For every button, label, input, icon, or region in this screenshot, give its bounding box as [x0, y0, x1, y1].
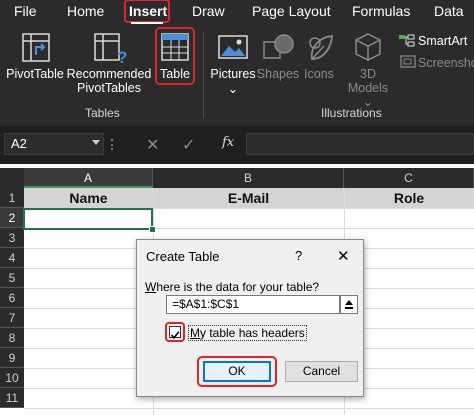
pictures-icon[interactable]: [218, 35, 248, 66]
ribbon-tabs: File Home Insert Draw Page Layout Formul…: [0, 0, 474, 26]
3d-models-label-line2: Models: [347, 81, 389, 95]
select-all-corner[interactable]: [0, 168, 24, 188]
dialog-close-icon[interactable]: ✕: [337, 247, 350, 265]
table-icon[interactable]: [161, 33, 189, 66]
enter-formula-icon[interactable]: ✓: [182, 135, 195, 155]
name-box-dropdown-icon[interactable]: [92, 140, 100, 145]
headers-checkbox-label[interactable]: My table has headers: [188, 325, 307, 341]
cell-a1[interactable]: Name: [24, 188, 153, 208]
screenshot-icon[interactable]: [400, 55, 416, 74]
data-range-prompt: Where is the data for your table?: [145, 280, 319, 294]
collapse-dialog-icon[interactable]: [340, 295, 358, 314]
pictures-dropdown-chevron-icon[interactable]: ⌄: [226, 82, 240, 96]
recommended-label-line2: PivotTables: [77, 81, 141, 95]
dialog-help-button[interactable]: ?: [295, 248, 302, 263]
column-header-b[interactable]: B: [153, 168, 344, 188]
row-header-2[interactable]: 2: [0, 208, 24, 228]
cancel-formula-icon[interactable]: ✕: [146, 135, 159, 155]
prompt-accesskey: W: [145, 280, 157, 294]
cell-b1[interactable]: E-Mail: [153, 188, 344, 208]
row-header-8[interactable]: 8: [0, 328, 24, 348]
recommended-pivottables-button[interactable]: Recommended PivotTables: [66, 67, 152, 95]
headers-checkbox[interactable]: [169, 326, 181, 340]
row-header-11[interactable]: 11: [0, 388, 24, 408]
group-separator: [203, 32, 204, 118]
dialog-title: Create Table: [146, 249, 220, 264]
row-header-7[interactable]: 7: [0, 308, 24, 328]
recommended-label-line1: Recommended: [66, 67, 152, 81]
ok-button[interactable]: OK: [203, 361, 271, 382]
insert-function-icon[interactable]: fx: [222, 135, 234, 150]
name-box[interactable]: A2: [4, 133, 104, 155]
icons-icon[interactable]: [306, 33, 334, 68]
data-range-input[interactable]: =$A$1:$C$1: [166, 295, 340, 314]
column-header-c[interactable]: C: [344, 168, 474, 188]
tab-file[interactable]: File: [14, 2, 37, 20]
cancel-button[interactable]: Cancel: [285, 361, 358, 382]
row-header-1[interactable]: 1: [0, 188, 24, 208]
screenshot-button[interactable]: Screenshot: [418, 56, 474, 70]
active-cell-a2[interactable]: [23, 208, 153, 230]
shapes-icon[interactable]: [263, 34, 295, 67]
svg-text:?: ?: [117, 48, 127, 65]
table-button[interactable]: Table: [155, 67, 195, 81]
cell-c1[interactable]: Role: [344, 188, 474, 208]
row-header-4[interactable]: 4: [0, 248, 24, 268]
row-header-5[interactable]: 5: [0, 268, 24, 288]
group-label-tables: Tables: [85, 106, 120, 120]
prompt-text: here is the data for your table?: [156, 280, 320, 294]
pivot-table-icon[interactable]: [22, 33, 50, 68]
row-header-3[interactable]: 3: [0, 228, 24, 248]
smartart-icon[interactable]: [398, 34, 416, 53]
fill-handle[interactable]: [149, 226, 156, 233]
recommended-pivottables-icon[interactable]: ?: [94, 33, 128, 70]
group-label-illustrations: Illustrations: [321, 106, 382, 120]
gridline: [24, 408, 474, 409]
tab-page-layout[interactable]: Page Layout: [252, 2, 331, 20]
3d-models-button[interactable]: 3D Models ⌄: [346, 67, 390, 109]
formula-bar-grip[interactable]: [111, 139, 116, 150]
3d-models-label-line1: 3D: [360, 67, 376, 81]
tab-draw[interactable]: Draw: [192, 2, 225, 20]
tab-formulas[interactable]: Formulas: [352, 2, 410, 20]
icons-button[interactable]: Icons: [298, 67, 340, 81]
row-header-9[interactable]: 9: [0, 348, 24, 368]
tab-home[interactable]: Home: [67, 2, 104, 20]
ribbon: File Home Insert Draw Page Layout Formul…: [0, 0, 474, 126]
active-tab-indicator: [131, 22, 163, 24]
row-header-6[interactable]: 6: [0, 288, 24, 308]
tab-insert[interactable]: Insert: [129, 2, 167, 20]
3d-models-icon[interactable]: [354, 32, 382, 67]
shapes-button[interactable]: Shapes: [256, 67, 300, 81]
smartart-button[interactable]: SmartArt: [418, 34, 467, 48]
row-header-10[interactable]: 10: [0, 368, 24, 388]
column-header-a[interactable]: A: [24, 168, 153, 188]
tab-data[interactable]: Data: [434, 2, 464, 20]
label-text: y table has headers: [200, 326, 305, 340]
pictures-button[interactable]: Pictures: [210, 67, 256, 81]
label-accesskey: M: [190, 326, 200, 340]
create-table-dialog: Create Table ? ✕ Where is the data for y…: [136, 239, 364, 397]
formula-input[interactable]: [246, 133, 474, 155]
pivot-table-button[interactable]: PivotTable: [6, 67, 64, 81]
